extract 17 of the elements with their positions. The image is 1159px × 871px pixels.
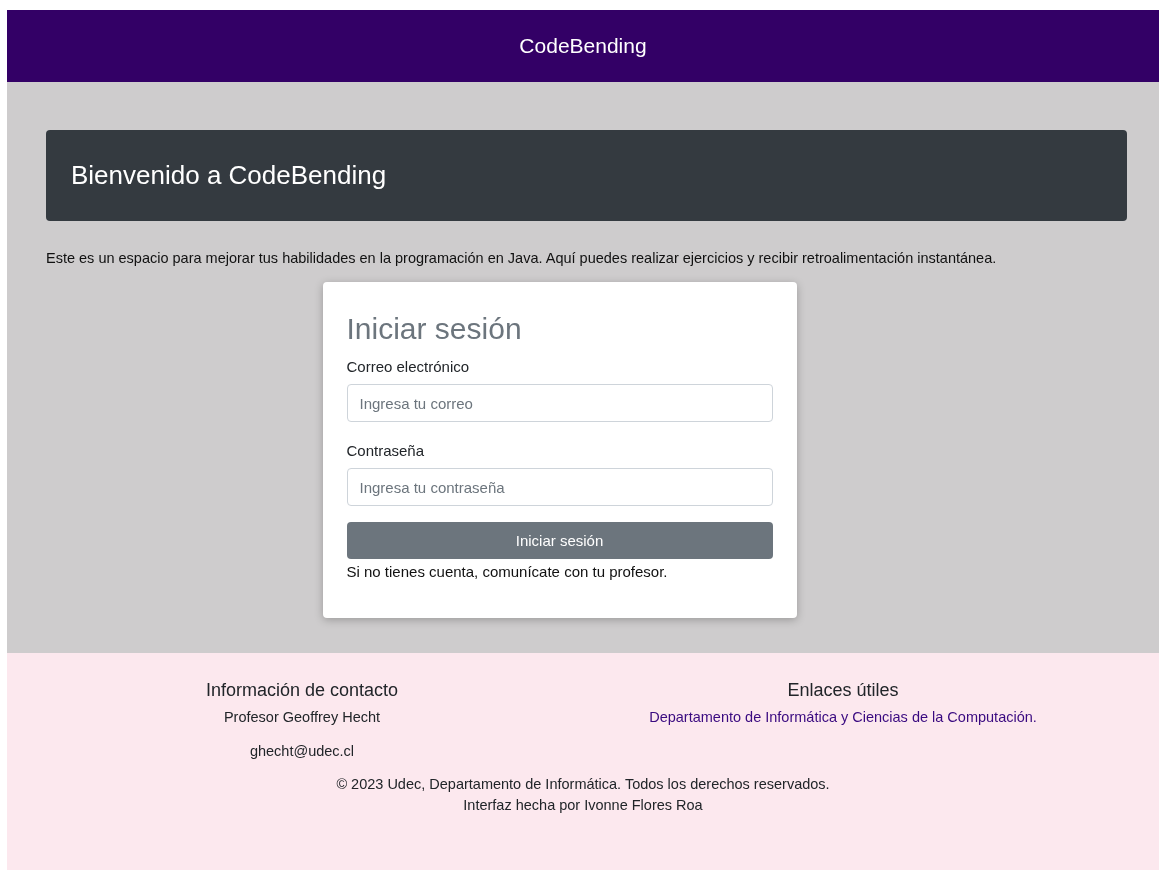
contact-text: ghecht@udec.cl — [249, 743, 355, 759]
help-text: Si no tienes cuenta, comunícate con tu profesor. — [346, 563, 669, 580]
field-label: Contraseña — [346, 442, 426, 459]
copyright-text: © 2023 Udec, Departamento de Informática. Todos los derechos reservados. — [336, 776, 830, 792]
copyright-text: Interfaz hecha por Ivonne Flores Roa — [463, 797, 703, 813]
input-field[interactable]: Ingresa tu correo — [346, 384, 773, 422]
hero-title: Bienvenido a CodeBending — [71, 160, 387, 191]
contact-text: Profesor Geoffrey Hecht — [223, 709, 381, 725]
footer-heading: Información de contacto — [205, 680, 399, 701]
footer-heading: Enlaces útiles — [787, 680, 899, 701]
login-title: Iniciar sesión — [346, 312, 523, 346]
brand-link[interactable]: CodeBending — [519, 34, 647, 58]
footer-link[interactable]: Departamento de Informática y Ciencias de la Computación. — [649, 709, 1037, 725]
field-label: Correo electrónico — [346, 358, 471, 375]
login-button[interactable]: Iniciar sesión — [346, 522, 773, 559]
input-field[interactable]: Ingresa tu contraseña — [346, 468, 773, 506]
intro-text: Este es un espacio para mejorar tus habilidades en la programación en Java. Aquí puedes realizar ejercicios y recibir retroalimentación instantánea. — [45, 250, 998, 266]
